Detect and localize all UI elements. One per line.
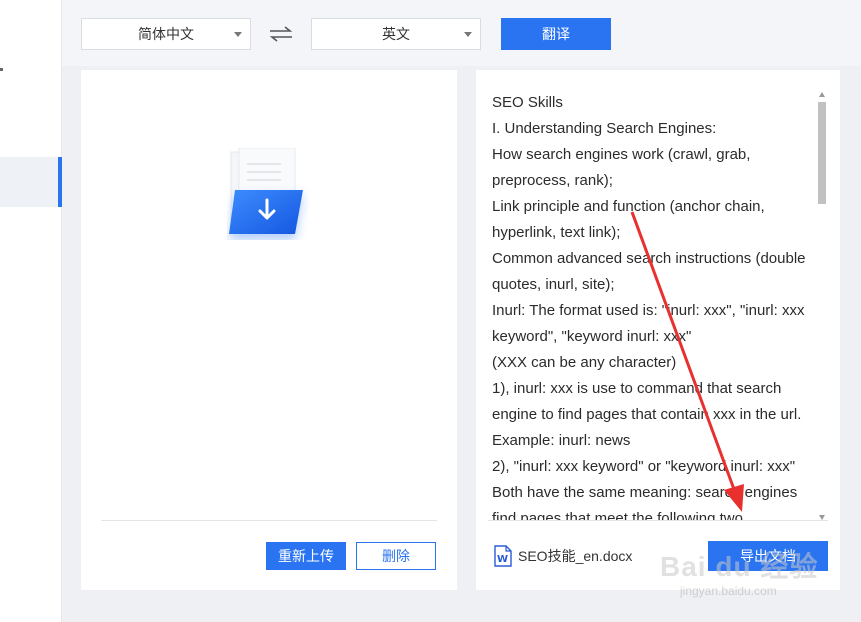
text-line: Both have the same meaning: search engin… [492,484,798,501]
watermark-url: jingyan.baidu.com [680,584,777,598]
text-line: find pages that meet the following two [492,510,743,520]
text-line: preprocess, rank); [492,172,613,189]
output-file[interactable]: W SEO技能_en.docx [494,544,632,568]
text-line: (XXX can be any character) [492,354,677,371]
scroll-thumb[interactable] [818,102,826,204]
chevron-down-icon [234,32,242,37]
translation-result-panel: SEO Skills I. Understanding Search Engin… [476,70,840,590]
panel-divider [101,520,437,521]
text-line: Example: inurl: news [492,432,631,449]
swap-arrows-icon[interactable] [268,24,294,44]
folder-download-icon[interactable] [227,148,309,240]
scroll-up-icon[interactable] [819,92,825,97]
text-line: I. Understanding Search Engines: [492,120,717,137]
text-line: 2), "inurl: xxx keyword" or "keyword inu… [492,458,796,475]
text-line: quotes, inurl, site); [492,276,615,293]
delete-button[interactable]: 删除 [356,542,436,570]
text-line: How search engines work (crawl, grab, [492,146,751,163]
watermark: Bai du 经验 [660,551,819,582]
sidebar-item-active[interactable] [0,157,62,207]
reupload-button[interactable]: 重新上传 [266,542,346,570]
translated-text[interactable]: SEO Skills I. Understanding Search Engin… [492,90,812,520]
target-language-value: 英文 [382,27,410,43]
text-line: 1), inurl: xxx is use to command that se… [492,380,782,397]
text-line: Inurl: The format used is: "inurl: xxx",… [492,302,805,319]
text-line: SEO Skills [492,94,563,111]
source-language-select[interactable]: 简体中文 [81,18,251,50]
text-line: Common advanced search instructions (dou… [492,250,806,267]
text-line: keyword", "keyword inurl: xxx" [492,328,692,345]
text-line: engine to find pages that contain xxx in… [492,406,802,423]
target-language-select[interactable]: 英文 [311,18,481,50]
sidebar-bullet [0,68,3,71]
text-line: Link principle and function (anchor chai… [492,198,765,215]
app-sidebar [0,0,62,622]
word-doc-icon: W [494,545,512,567]
translate-button[interactable]: 翻译 [501,18,611,50]
vertical-scrollbar[interactable] [816,92,828,520]
panel-divider [488,520,828,521]
source-language-value: 简体中文 [138,27,194,43]
svg-text:W: W [497,554,508,565]
file-name: SEO技能_en.docx [518,548,633,564]
chevron-down-icon [464,32,472,37]
source-document-panel: 重新上传 删除 [81,70,457,590]
text-line: hyperlink, text link); [492,224,621,241]
